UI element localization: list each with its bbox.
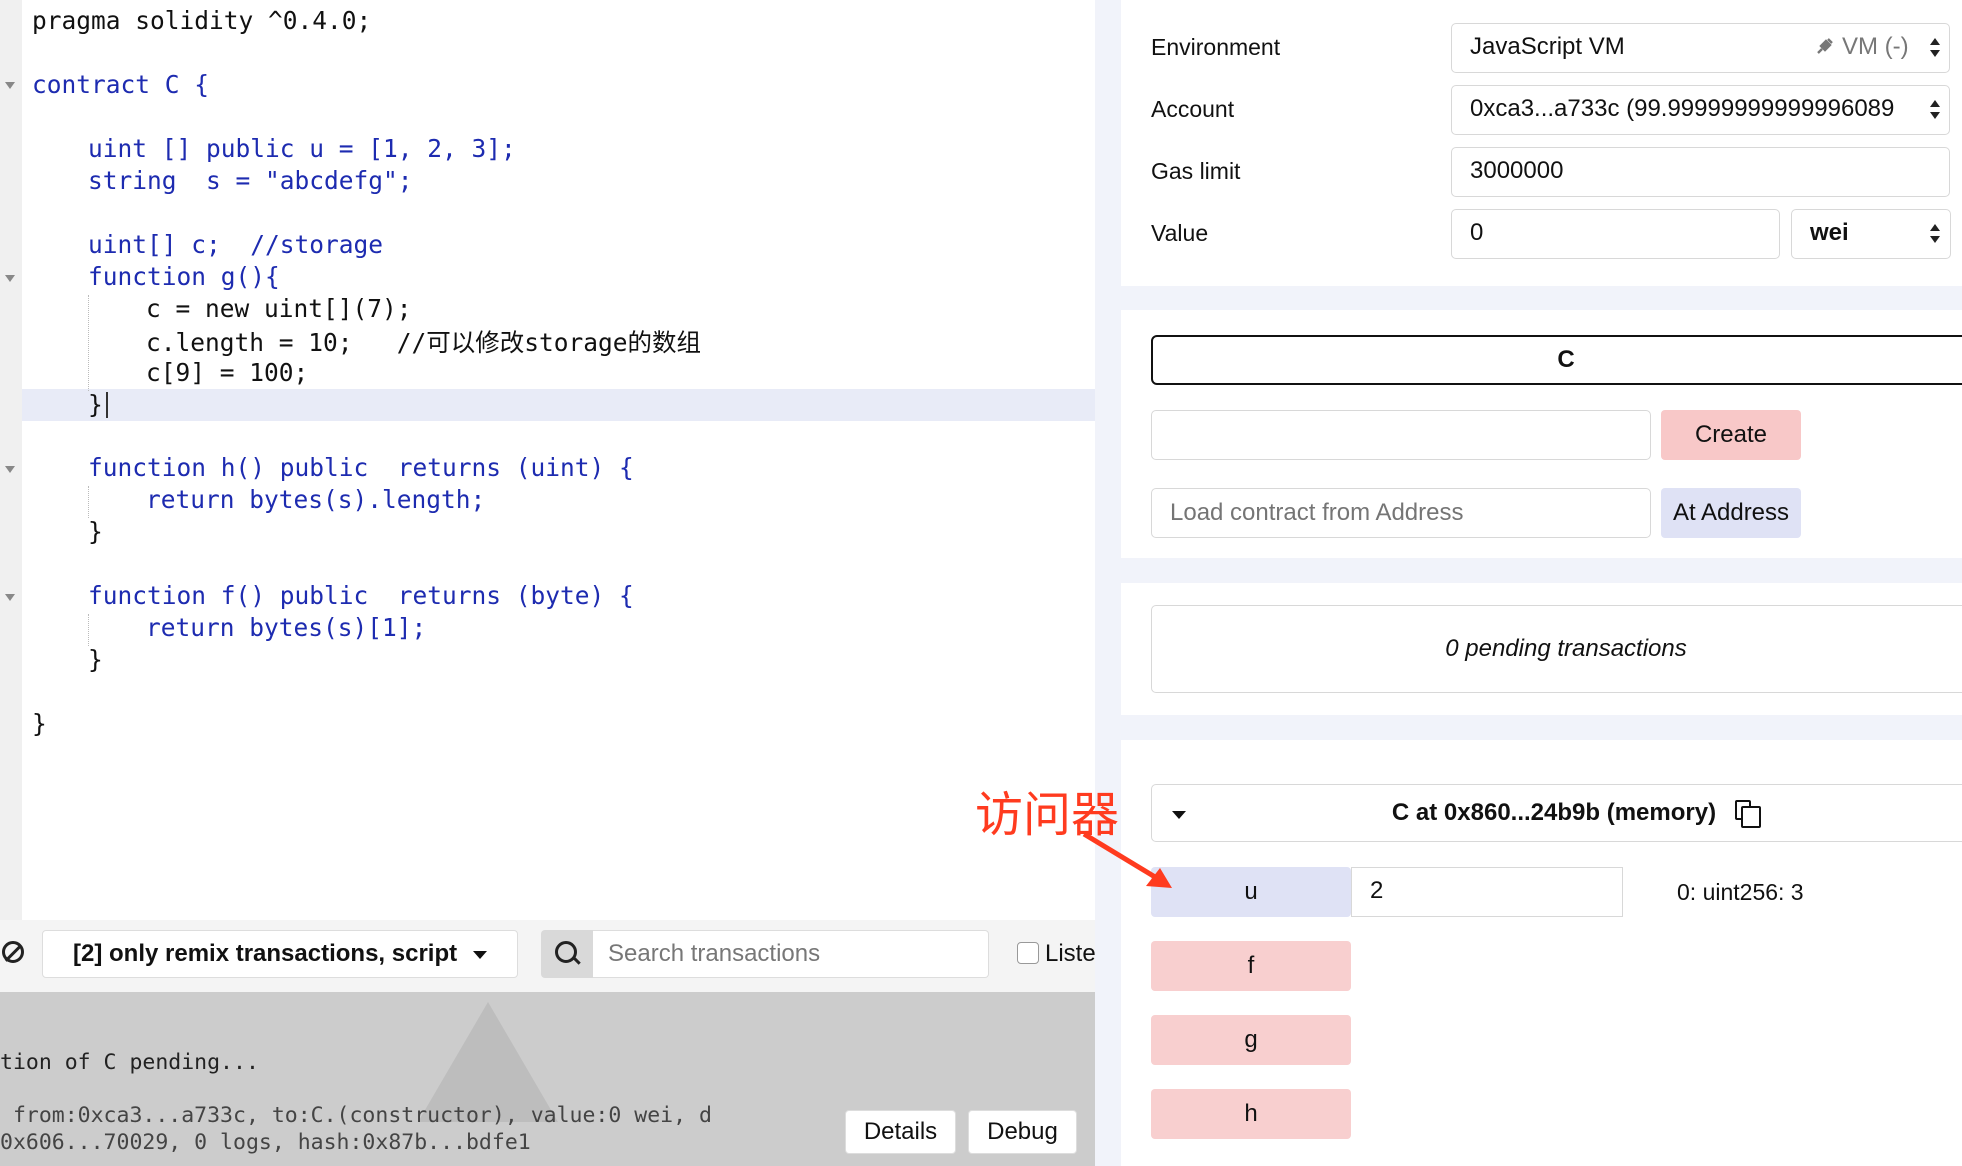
pending-card: 0 pending transactions <box>1121 583 1962 715</box>
chevron-down-icon <box>473 951 487 959</box>
fold-toggle-icon[interactable] <box>5 594 15 601</box>
function-g-button[interactable]: g <box>1151 1015 1351 1065</box>
code-line: return bytes(s)[1]; <box>146 613 427 642</box>
filter-label: [2] only remix transactions, script <box>73 940 458 967</box>
deploy-card: C Create At Address <box>1121 310 1962 558</box>
account-select[interactable]: 0xca3...a733c (99.99999999999996089 <box>1451 85 1950 135</box>
function-h-button[interactable]: h <box>1151 1089 1351 1139</box>
code-line: c = new uint[](7); <box>146 294 412 323</box>
create-button[interactable]: Create <box>1661 410 1801 460</box>
environment-label: Environment <box>1151 34 1281 60</box>
value-input[interactable]: 0 <box>1451 209 1780 259</box>
copy-icon[interactable] <box>1735 800 1761 828</box>
code-line: function h() public returns (uint) { <box>88 453 634 482</box>
fold-toggle-icon[interactable] <box>5 466 15 473</box>
code-line: pragma solidity ^0.4.0; <box>32 6 372 35</box>
code-editor[interactable]: pragma solidity ^0.4.0; contract C { uin… <box>0 0 1095 920</box>
clear-console-icon[interactable] <box>2 941 24 963</box>
unit-select[interactable]: wei <box>1791 209 1951 259</box>
search-icon <box>555 941 577 963</box>
transaction-filter-dropdown[interactable]: [2] only remix transactions, script <box>42 930 518 978</box>
environment-value: JavaScript VM <box>1470 33 1625 60</box>
fold-toggle-icon[interactable] <box>5 82 15 89</box>
function-u-button[interactable]: u <box>1151 867 1351 917</box>
collapse-caret-icon[interactable] <box>1172 811 1186 819</box>
code-line: } <box>88 517 103 546</box>
indent-guide <box>88 486 90 518</box>
code-line: } <box>88 645 103 674</box>
load-address-input[interactable] <box>1151 488 1651 538</box>
plug-icon <box>1817 38 1833 54</box>
details-button[interactable]: Details <box>845 1110 956 1154</box>
code-line: } <box>32 709 47 738</box>
fold-toggle-icon[interactable] <box>5 275 15 282</box>
terminal-output[interactable]: tion of C pending... from:0xca3...a733c,… <box>0 992 1095 1166</box>
indent-guide <box>88 295 90 391</box>
code-line: string s = "abcdefg"; <box>88 166 413 195</box>
instance-title: C at 0x860...24b9b (memory) <box>1391 799 1717 826</box>
editor-gutter <box>0 0 22 920</box>
terminal-toolbar: [2] only remix transactions, script List… <box>0 920 1233 992</box>
log-line: tion of C pending... <box>0 1050 259 1075</box>
select-arrows-icon <box>1930 100 1940 120</box>
code-line: function f() public returns (byte) { <box>88 581 634 610</box>
code-line: contract C { <box>32 70 210 99</box>
pending-transactions[interactable]: 0 pending transactions <box>1151 605 1962 693</box>
debug-button[interactable]: Debug <box>968 1110 1077 1154</box>
listen-checkbox[interactable] <box>1017 942 1039 964</box>
code-line: c[9] = 100; <box>146 358 309 387</box>
code-line: c.length = 10; //可以修改storage的数组 <box>146 328 702 357</box>
gas-limit-input[interactable]: 3000000 <box>1451 147 1950 197</box>
environment-select[interactable]: JavaScript VM VM (-) <box>1451 23 1950 73</box>
function-f-button[interactable]: f <box>1151 941 1351 991</box>
settings-card: Environment JavaScript VM VM (-) Account… <box>1121 0 1962 286</box>
code-line: uint[] c; //storage <box>88 230 384 259</box>
code-line: return bytes(s).length; <box>146 485 486 514</box>
log-line: from:0xca3...a733c, to:C.(constructor), … <box>0 1103 712 1128</box>
at-address-button[interactable]: At Address <box>1661 488 1801 538</box>
code-area[interactable]: pragma solidity ^0.4.0; contract C { uin… <box>22 0 1095 920</box>
vm-badge: VM (-) <box>1842 33 1909 60</box>
search-button[interactable] <box>541 930 593 978</box>
constructor-args-input[interactable] <box>1151 410 1651 460</box>
text-cursor <box>106 392 108 418</box>
select-arrows-icon <box>1930 224 1940 244</box>
unit-value: wei <box>1810 219 1849 246</box>
code-line: } <box>88 390 103 419</box>
value-label: Value <box>1151 220 1209 246</box>
contract-select[interactable]: C <box>1151 335 1962 385</box>
search-transactions-input[interactable] <box>593 930 989 978</box>
indent-guide <box>88 614 90 646</box>
contract-select-value: C <box>1557 346 1575 373</box>
instance-card: C at 0x860...24b9b (memory) u 2 0: uint2… <box>1121 740 1962 1166</box>
code-line: uint [] public u = [1, 2, 3]; <box>88 134 516 163</box>
instance-header[interactable]: C at 0x860...24b9b (memory) <box>1151 784 1962 842</box>
account-label: Account <box>1151 96 1235 122</box>
function-u-arg-input[interactable]: 2 <box>1351 867 1623 917</box>
run-panel: Environment JavaScript VM VM (-) Account… <box>1095 0 1962 1166</box>
active-line-highlight <box>22 389 1095 421</box>
account-value: 0xca3...a733c (99.99999999999996089 <box>1470 95 1895 122</box>
arrow-icon <box>1082 831 1172 888</box>
log-line: 0x606...70029, 0 logs, hash:0x87b...bdfe… <box>0 1130 531 1155</box>
select-arrows-icon <box>1930 38 1940 58</box>
function-u-result: 0: uint256: 3 <box>1677 879 1804 905</box>
gas-limit-label: Gas limit <box>1151 158 1241 184</box>
code-line: function g(){ <box>88 262 280 291</box>
